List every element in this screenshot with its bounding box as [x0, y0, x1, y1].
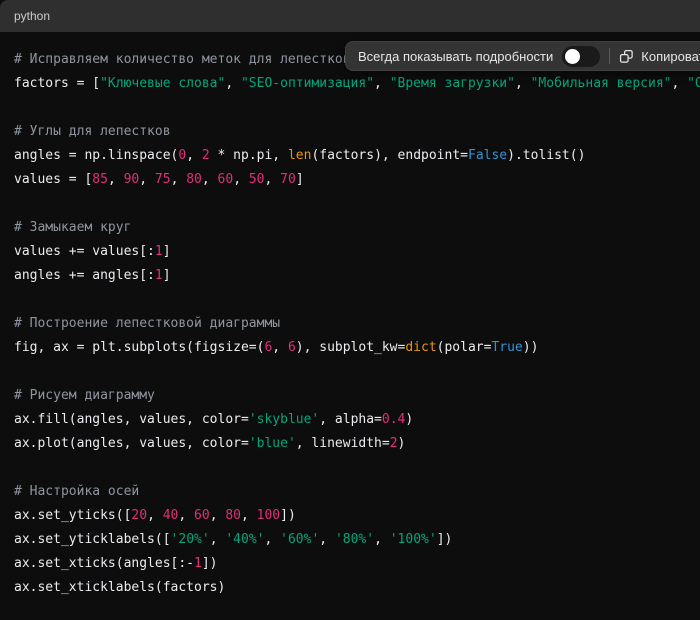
code-content: # Исправляем количество меток для лепест…: [0, 32, 700, 620]
code-line: # Настройка осей: [14, 480, 686, 504]
copy-code-button[interactable]: Копировать код: [619, 49, 700, 64]
code-line: [14, 288, 686, 312]
code-line: # Рисуем диаграмму: [14, 384, 686, 408]
code-line: [14, 96, 686, 120]
code-line: ax.set_xticks(angles[:-1]): [14, 552, 686, 576]
always-show-details-toggle[interactable]: [562, 46, 600, 67]
code-line: ax.set_xticklabels(factors): [14, 576, 686, 600]
code-line: [14, 456, 686, 480]
details-toggle-label: Всегда показывать подробности: [358, 49, 553, 64]
code-line: fig, ax = plt.subplots(figsize=(6, 6), s…: [14, 336, 686, 360]
copy-icon: [619, 49, 634, 64]
copy-button-label: Копировать код: [641, 49, 700, 64]
code-line: [14, 192, 686, 216]
overlay-separator: [609, 48, 610, 64]
toggle-knob: [565, 49, 580, 64]
code-line: ax.fill(angles, values, color='skyblue',…: [14, 408, 686, 432]
code-line: angles += angles[:1]: [14, 264, 686, 288]
code-line: factors = ["Ключевые слова", "SEO-оптими…: [14, 72, 686, 96]
code-line: values = [85, 90, 75, 80, 60, 50, 70]: [14, 168, 686, 192]
code-block: python # Исправляем количество меток для…: [0, 0, 700, 620]
code-controls-overlay: Всегда показывать подробности Копировать…: [345, 41, 700, 71]
code-line: # Построение лепестковой диаграммы: [14, 312, 686, 336]
code-line: values += values[:1]: [14, 240, 686, 264]
language-label: python: [14, 9, 50, 23]
code-line: # Углы для лепестков: [14, 120, 686, 144]
code-line: ax.set_yticks([20, 40, 60, 80, 100]): [14, 504, 686, 528]
code-line: # Замыкаем круг: [14, 216, 686, 240]
code-line: angles = np.linspace(0, 2 * np.pi, len(f…: [14, 144, 686, 168]
code-line: ax.set_yticklabels(['20%', '40%', '60%',…: [14, 528, 686, 552]
code-line: ax.plot(angles, values, color='blue', li…: [14, 432, 686, 456]
code-line: [14, 360, 686, 384]
code-block-header: python: [0, 0, 700, 32]
